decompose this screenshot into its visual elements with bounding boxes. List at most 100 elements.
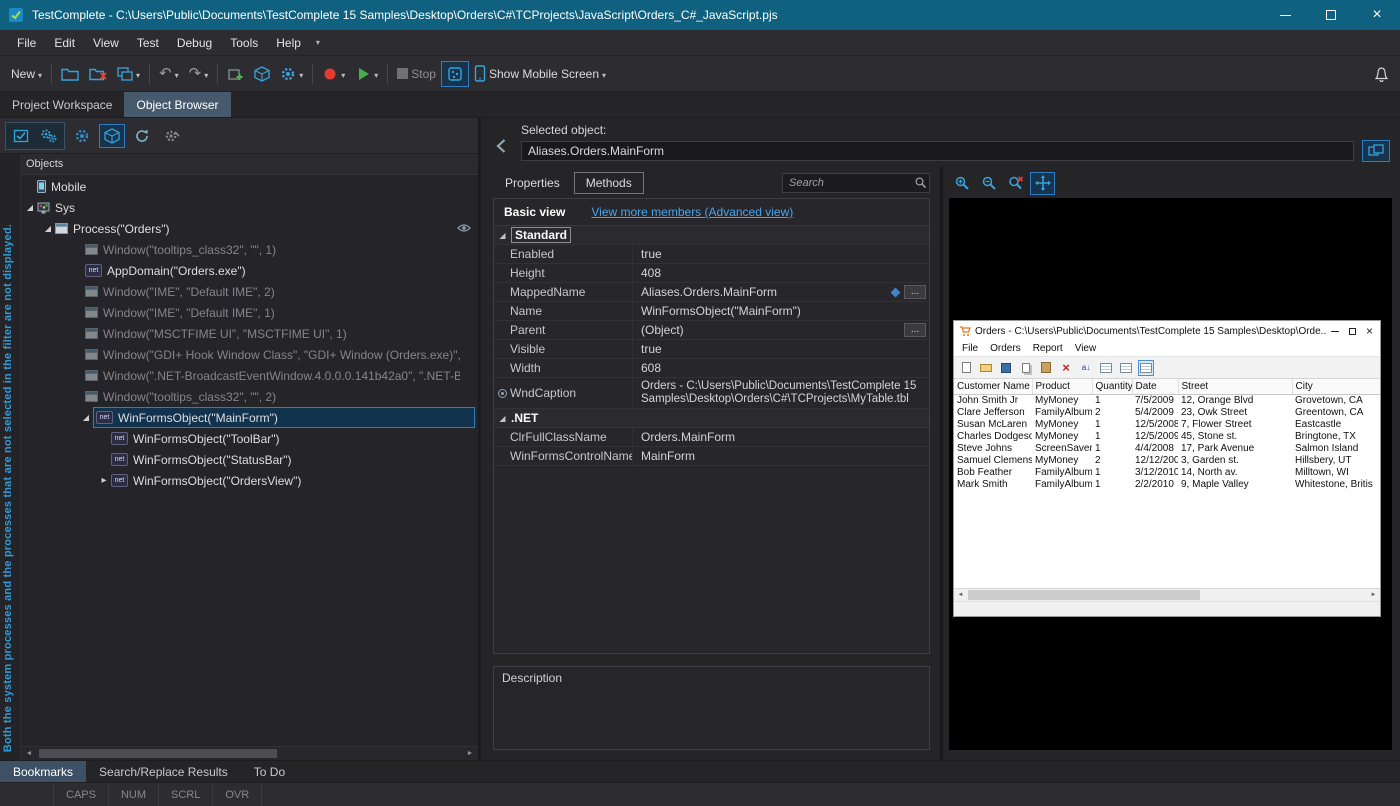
group-standard[interactable]: Standard (494, 226, 929, 245)
new-button[interactable]: New (6, 61, 47, 87)
checked-view-button[interactable] (8, 124, 34, 148)
property-row-parent[interactable]: Parent (Object) ... (494, 321, 929, 340)
search-input[interactable] (782, 173, 930, 193)
object-spy-button[interactable] (99, 124, 125, 148)
orders-table-row[interactable]: John Smith Jr MyMoney 1 7/5/2009 12, Ora… (954, 394, 1380, 406)
scrollbar-track[interactable] (37, 747, 462, 760)
orders-column-header[interactable]: Product (1032, 379, 1092, 394)
tree-item-window-ime-1[interactable]: Window("IME", "Default IME", 1) (21, 302, 478, 323)
highlight-object-button[interactable] (1362, 140, 1390, 162)
menu-item[interactable]: Edit (45, 30, 84, 55)
save-icon[interactable] (998, 360, 1014, 376)
property-row-name[interactable]: Name WinFormsObject("MainForm") (494, 302, 929, 321)
undo-button[interactable]: ↶ (154, 61, 184, 87)
orders-horizontal-scrollbar[interactable] (954, 588, 1380, 601)
orders-table-row[interactable]: Steve Johns ScreenSaver 1 4/4/2008 17, P… (954, 442, 1380, 454)
tree-item-window-msctfime[interactable]: Window("MSCTFIME UI", "MSCTFIME UI", 1) (21, 323, 478, 344)
tree-item-sys[interactable]: Sys (21, 197, 478, 218)
sort-icon[interactable] (1078, 360, 1094, 376)
copy-icon[interactable] (1018, 360, 1034, 376)
tree-item-window-ime-2[interactable]: Window("IME", "Default IME", 2) (21, 281, 478, 302)
orders-menu-item[interactable]: Report (1027, 343, 1069, 354)
property-row-wndcaption[interactable]: WndCaption Orders - C:\Users\Public\Docu… (494, 378, 929, 409)
refresh-button[interactable] (129, 124, 155, 148)
tree-item-ordersview[interactable]: WinFormsObject("OrdersView") (21, 470, 478, 491)
maximize-button[interactable] (1308, 0, 1354, 30)
orders-column-header[interactable]: Quantity (1092, 379, 1132, 394)
scrollbar-track[interactable] (967, 589, 1367, 601)
orders-table-row[interactable]: Bob Feather FamilyAlbum 1 3/12/2010 14, … (954, 466, 1380, 478)
property-row-clrfullclassname[interactable]: ClrFullClassName Orders.MainForm (494, 428, 929, 447)
delete-icon[interactable] (1058, 360, 1074, 376)
scrollbar-thumb[interactable] (968, 590, 1200, 600)
close-icon[interactable] (1366, 325, 1373, 337)
tree-item-statusbar[interactable]: WinFormsObject("StatusBar") (21, 449, 478, 470)
expand-icon[interactable] (79, 413, 93, 422)
record-button[interactable] (317, 61, 350, 87)
menu-item[interactable]: Tools (221, 30, 267, 55)
fit-to-window-button[interactable] (1030, 172, 1055, 195)
process-filter-button[interactable] (36, 124, 62, 148)
tree-item-process-orders[interactable]: Process("Orders") (21, 218, 478, 239)
tree-item-window-tooltips-2[interactable]: Window("tooltips_class32", "", 2) (21, 386, 478, 407)
orders-table-row[interactable]: Samuel Clemens MyMoney 2 12/12/2009 3, G… (954, 454, 1380, 466)
tab-properties[interactable]: Properties (493, 172, 572, 194)
zoom-out-button[interactable] (976, 172, 1001, 195)
tree-item-window-broadcast[interactable]: Window(".NET-BroadcastEventWindow.4.0.0.… (21, 365, 478, 386)
zoom-in-button[interactable] (949, 172, 974, 195)
view-list-icon[interactable] (1098, 360, 1114, 376)
show-mobile-screen-button[interactable]: Show Mobile Screen (469, 61, 611, 87)
mappedname-ellipsis-button[interactable]: ... (904, 285, 926, 299)
close-project-button[interactable] (84, 61, 112, 87)
scroll-left-icon[interactable] (954, 592, 967, 598)
minimize-icon[interactable] (1331, 331, 1339, 332)
tree-item-window-gdi[interactable]: Window("GDI+ Hook Window Class", "GDI+ W… (21, 344, 478, 365)
menu-item[interactable]: File (8, 30, 45, 55)
view-grid-icon[interactable] (1138, 360, 1154, 376)
minimize-button[interactable] (1262, 0, 1308, 30)
view-details-icon[interactable] (1118, 360, 1134, 376)
tab-search-replace-results[interactable]: Search/Replace Results (86, 761, 241, 782)
advanced-settings-button[interactable] (159, 124, 185, 148)
select-panels-button[interactable] (112, 61, 145, 87)
tab-project-workspace[interactable]: Project Workspace (0, 92, 124, 117)
paste-icon[interactable] (1038, 360, 1054, 376)
tab-methods[interactable]: Methods (574, 172, 644, 194)
orders-column-header[interactable]: City (1292, 379, 1380, 394)
tree-item-mainform[interactable]: WinFormsObject("MainForm") (21, 407, 478, 428)
tree-item-toolbar[interactable]: WinFormsObject("ToolBar") (21, 428, 478, 449)
scroll-left-icon[interactable] (21, 750, 37, 757)
expand-icon[interactable] (23, 203, 37, 212)
add-new-item-button[interactable] (222, 61, 249, 87)
open-icon[interactable] (978, 360, 994, 376)
tab-bookmarks[interactable]: Bookmarks (0, 761, 86, 782)
property-row-height[interactable]: Height 408 (494, 264, 929, 283)
orders-menu-item[interactable]: View (1069, 343, 1103, 354)
orders-app-window[interactable]: Orders - C:\Users\Public\Documents\TestC… (953, 320, 1381, 617)
close-button[interactable] (1354, 0, 1400, 30)
settings-button[interactable] (69, 124, 95, 148)
orders-menu-item[interactable]: Orders (984, 343, 1027, 354)
scroll-right-icon[interactable] (1367, 592, 1380, 598)
tab-object-browser[interactable]: Object Browser (124, 92, 230, 117)
menu-item[interactable]: Test (128, 30, 168, 55)
zoom-reset-button[interactable] (1003, 172, 1028, 195)
menu-item[interactable]: Debug (168, 30, 221, 55)
redo-button[interactable]: ↷ (184, 61, 214, 87)
new-order-icon[interactable] (958, 360, 974, 376)
tree-horizontal-scrollbar[interactable] (21, 746, 478, 760)
selected-object-input[interactable] (521, 141, 1354, 161)
scrollbar-thumb[interactable] (39, 749, 277, 758)
orders-table-row[interactable]: Clare Jefferson FamilyAlbum 2 5/4/2009 2… (954, 406, 1380, 418)
run-button[interactable] (350, 61, 383, 87)
group-expand-icon[interactable] (497, 231, 508, 240)
orders-column-header[interactable]: Street (1178, 379, 1292, 394)
property-row-width[interactable]: Width 608 (494, 359, 929, 378)
orders-table-row[interactable]: Charles Dodgeson MyMoney 1 12/5/2009 45,… (954, 430, 1380, 442)
property-row-mappedname[interactable]: MappedName Aliases.Orders.MainForm ... (494, 283, 929, 302)
property-row-enabled[interactable]: Enabled true (494, 245, 929, 264)
collapse-icon[interactable] (97, 475, 111, 486)
menu-item[interactable]: View (84, 30, 128, 55)
group-net[interactable]: .NET (494, 409, 929, 428)
property-row-visible[interactable]: Visible true (494, 340, 929, 359)
